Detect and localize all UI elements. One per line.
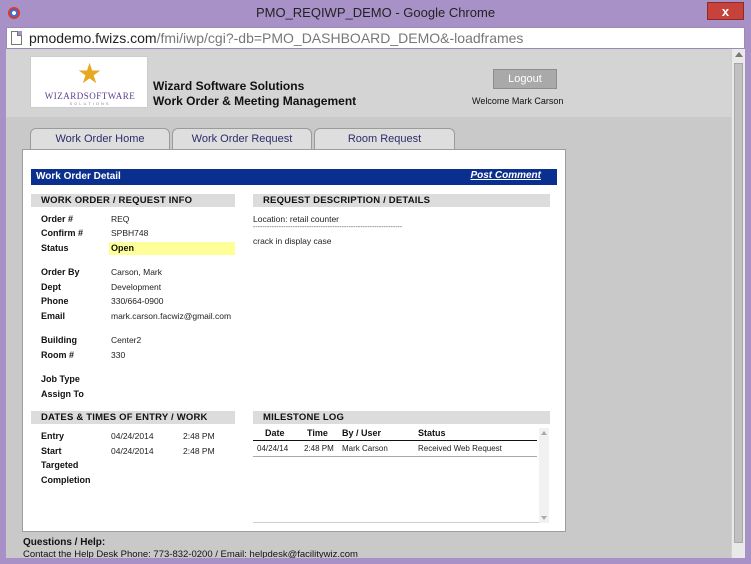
browser-window: PMO_REQIWP_DEMO - Google Chrome x pmodem… (0, 0, 751, 564)
page-icon (11, 31, 22, 45)
milestone-log: Date Time By / User Status 04/24/14 2:48… (253, 428, 549, 523)
address-bar[interactable]: pmodemo.fwizs.com/fmi/iwp/cgi?-db=PMO_DA… (6, 27, 745, 49)
confirm-value: SPBH748 (111, 228, 149, 238)
detail-title: Work Order Detail (36, 171, 121, 182)
post-comment-link[interactable]: Post Comment (470, 170, 541, 181)
entry-time: 2:48 PM (183, 431, 215, 441)
milestone-row-user: Mark Carson (342, 444, 388, 453)
order-value: REQ (111, 214, 130, 224)
status-label: Status (41, 243, 69, 253)
tab-work-order-home[interactable]: Work Order Home (30, 128, 170, 150)
company-subtitle: Work Order & Meeting Management (153, 94, 357, 108)
scroll-down-arrow-icon[interactable] (541, 516, 547, 520)
job-type-label: Job Type (41, 374, 80, 384)
confirm-label: Confirm # (41, 228, 84, 238)
order-label: Order # (41, 214, 74, 224)
order-by-value: Carson, Mark (111, 267, 163, 277)
dates-heading: DATES & TIMES OF ENTRY / WORK (31, 411, 235, 424)
window-title: PMO_REQIWP_DEMO - Google Chrome (255, 5, 496, 20)
milestone-heading: MILESTONE LOG (253, 411, 550, 424)
targeted-label: Targeted (41, 460, 79, 470)
detail-header-bar: Work Order Detail Post Comment (31, 169, 557, 185)
order-by-label: Order By (41, 267, 80, 277)
url-path: /fmi/iwp/cgi?-db=PMO_DASHBOARD_DEMO&-loa… (156, 30, 524, 46)
request-description: crack in display case (253, 236, 332, 246)
footer-contact: Contact the Help Desk Phone: 773-832-020… (23, 549, 358, 558)
scrollbar-thumb[interactable] (734, 63, 743, 543)
scroll-up-arrow-icon[interactable] (541, 431, 547, 435)
request-heading: REQUEST DESCRIPTION / DETAILS (253, 194, 550, 207)
site-header: ★ WIZARDSOFTWARE SOLUTIONS Wizard Softwa… (6, 49, 731, 117)
room-label: Room # (41, 350, 75, 360)
page-scrollbar[interactable] (731, 49, 745, 558)
tab-work-order-request[interactable]: Work Order Request (172, 128, 312, 150)
star-icon: ★ (77, 58, 103, 89)
assign-to-label: Assign To (41, 389, 84, 399)
welcome-text: Welcome Mark Carson (472, 96, 564, 106)
building-label: Building (41, 335, 77, 345)
dept-value: Development (111, 282, 162, 292)
tab-room-request[interactable]: Room Request (314, 128, 455, 150)
building-value: Center2 (111, 335, 142, 345)
milestone-col-time: Time (307, 428, 328, 438)
milestone-row-date: 04/24/14 (257, 444, 289, 453)
milestone-header-rule (253, 440, 537, 441)
work-order-panel: Work Order Detail Post Comment WORK ORDE… (22, 149, 566, 532)
start-date: 04/24/2014 (111, 446, 154, 456)
email-value: mark.carson.facwiz@gmail.com (111, 311, 232, 321)
logout-button[interactable]: Logout (493, 69, 557, 89)
url-host: pmodemo.fwizs.com (29, 30, 157, 46)
scroll-up-arrow-icon[interactable] (735, 52, 743, 57)
start-time: 2:48 PM (183, 446, 215, 456)
url-text[interactable]: pmodemo.fwizs.com/fmi/iwp/cgi?-db=PMO_DA… (29, 30, 523, 46)
status-badge: Open (109, 242, 235, 255)
footer-questions: Questions / Help: (23, 537, 106, 548)
milestone-scrollbar[interactable] (539, 428, 549, 523)
company-name: Wizard Software Solutions (153, 79, 305, 93)
entry-label: Entry (41, 431, 65, 441)
room-value: 330 (111, 350, 126, 360)
milestone-row-time: 2:48 PM (304, 444, 334, 453)
milestone-row-status: Received Web Request (418, 444, 502, 453)
title-bar: PMO_REQIWP_DEMO - Google Chrome x (0, 0, 751, 26)
phone-label: Phone (41, 296, 69, 306)
logo-subtext: SOLUTIONS (69, 101, 111, 106)
work-order-heading: WORK ORDER / REQUEST INFO (31, 194, 235, 207)
start-label: Start (41, 446, 62, 456)
dept-label: Dept (41, 282, 61, 292)
page-viewport: ★ WIZARDSOFTWARE SOLUTIONS Wizard Softwa… (6, 49, 745, 558)
milestone-col-status: Status (418, 428, 446, 438)
completion-label: Completion (41, 475, 91, 485)
request-separator: ----------------------------------------… (253, 224, 403, 231)
email-label: Email (41, 311, 66, 321)
logo-wordmark: WIZARDSOFTWARE (44, 91, 136, 101)
phone-value: 330/664-0900 (111, 296, 164, 306)
request-location: Location: retail counter (253, 214, 339, 224)
milestone-row-rule (253, 456, 537, 457)
entry-date: 04/24/2014 (111, 431, 154, 441)
close-button[interactable]: x (707, 2, 744, 20)
milestone-col-date: Date (265, 428, 285, 438)
milestone-col-user: By / User (342, 428, 382, 438)
company-logo[interactable]: ★ WIZARDSOFTWARE SOLUTIONS (30, 56, 148, 108)
